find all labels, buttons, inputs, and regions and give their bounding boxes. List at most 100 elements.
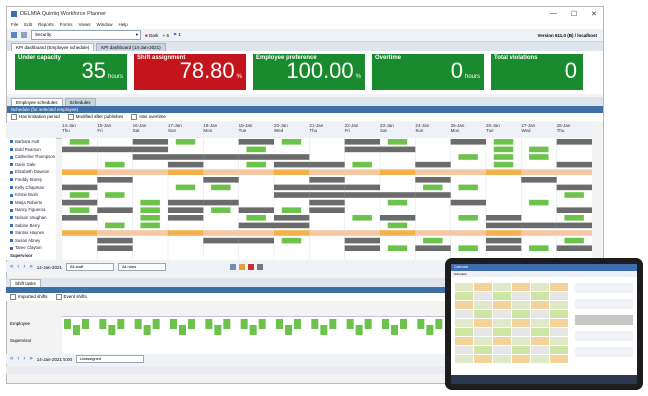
shift-task-block[interactable]: [108, 325, 116, 335]
shift-block[interactable]: [203, 237, 239, 244]
tablet-calendar-cell[interactable]: [550, 310, 568, 318]
shift-task-block[interactable]: [205, 319, 213, 329]
shift-block[interactable]: [246, 215, 266, 221]
shift-block[interactable]: [415, 230, 451, 236]
shift-block[interactable]: [168, 199, 204, 206]
shift-task-block[interactable]: [64, 319, 71, 329]
prev-icon[interactable]: ‹: [17, 264, 19, 270]
tablet-calendar-cell[interactable]: [531, 319, 549, 327]
shift-block[interactable]: [132, 146, 168, 153]
minimize-button[interactable]: —: [550, 10, 557, 18]
shift-block[interactable]: [140, 215, 160, 221]
shift-block[interactable]: [211, 184, 231, 191]
shift-block[interactable]: [69, 192, 90, 198]
tablet-calendar-cell[interactable]: [455, 310, 473, 318]
shift-block[interactable]: [387, 199, 408, 206]
tablet-calendar-cell[interactable]: [550, 319, 568, 327]
shift-block[interactable]: [168, 207, 204, 213]
tablet-calendar-cell[interactable]: [455, 355, 473, 363]
employee-row[interactable]: Taree Clayton: [6, 244, 56, 252]
shift-block[interactable]: [493, 146, 514, 153]
employee-row[interactable]: Sabine Berry: [6, 222, 56, 230]
shift-block[interactable]: [168, 230, 204, 236]
shift-block[interactable]: [458, 154, 478, 160]
shift-block[interactable]: [238, 230, 274, 236]
tablet-calendar-cell[interactable]: [531, 310, 549, 318]
employee-row[interactable]: Elizabeth Dawson: [6, 168, 56, 176]
shift-block[interactable]: [387, 222, 408, 229]
tablet-calendar-cell[interactable]: [474, 346, 492, 354]
shift-task-block[interactable]: [82, 319, 89, 329]
shift-block[interactable]: [203, 230, 239, 236]
shift-block[interactable]: [564, 215, 584, 221]
shift-task-block[interactable]: [73, 325, 80, 335]
shift-block[interactable]: [281, 139, 302, 145]
shift-block[interactable]: [274, 192, 310, 198]
staff-select[interactable]: All staff: [65, 263, 114, 271]
tablet-calendar-cell[interactable]: [550, 328, 568, 336]
employee-row[interactable]: Santos Haynes: [6, 229, 56, 237]
employee-row[interactable]: Nancy Figueroa: [6, 206, 56, 214]
shift-block[interactable]: [309, 169, 345, 175]
shift-task-block[interactable]: [382, 319, 389, 329]
prev-icon[interactable]: ‹: [17, 356, 19, 362]
shift-block[interactable]: [62, 169, 98, 175]
tablet-calendar-cell[interactable]: [550, 301, 568, 309]
shift-block[interactable]: [352, 161, 372, 168]
shift-task-block[interactable]: [346, 319, 354, 329]
shift-task-block[interactable]: [240, 319, 248, 329]
shift-block[interactable]: [309, 207, 345, 213]
tablet-calendar-cell[interactable]: [531, 328, 549, 336]
shift-task-block[interactable]: [400, 319, 407, 329]
tablet-detail-item[interactable]: [575, 347, 633, 357]
tab-kpi-date[interactable]: KPI dashboard (14-Jan-2021): [96, 43, 166, 51]
shift-block[interactable]: [556, 139, 592, 145]
tablet-detail-item[interactable]: [575, 283, 633, 293]
shift-block[interactable]: [140, 199, 160, 206]
shift-block[interactable]: [344, 245, 380, 251]
shift-block[interactable]: [274, 230, 310, 236]
shift-block[interactable]: [415, 177, 451, 183]
shift-block[interactable]: [529, 199, 549, 206]
shift-block[interactable]: [238, 222, 274, 229]
shift-block[interactable]: [97, 245, 133, 251]
tablet-calendar-cell[interactable]: [512, 355, 530, 363]
shift-task-block[interactable]: [134, 319, 142, 329]
shift-block[interactable]: [274, 154, 310, 160]
menu-window[interactable]: Window: [96, 22, 112, 27]
tablet-calendar-cell[interactable]: [455, 319, 473, 327]
tablet-calendar-cell[interactable]: [474, 319, 492, 327]
employee-row[interactable]: Barbara Holt: [6, 138, 56, 146]
tablet-calendar-cell[interactable]: [493, 355, 511, 363]
shift-block[interactable]: [62, 215, 98, 221]
shift-block[interactable]: [97, 237, 133, 244]
shift-block[interactable]: [274, 161, 310, 168]
shift-block[interactable]: [203, 154, 239, 160]
shift-block[interactable]: [62, 199, 98, 206]
last-page-icon[interactable]: »: [29, 356, 32, 362]
check-event-shifts[interactable]: Event shifts: [55, 294, 87, 300]
shift-block[interactable]: [69, 207, 90, 213]
shift-block[interactable]: [246, 146, 266, 153]
menu-views[interactable]: Views: [79, 22, 91, 27]
shift-task-block[interactable]: [117, 319, 125, 329]
shift-block[interactable]: [274, 215, 310, 221]
shift-block[interactable]: [423, 184, 443, 191]
tablet-calendar-cell[interactable]: [474, 355, 492, 363]
tablet-calendar-cell[interactable]: [455, 328, 473, 336]
filter-modified[interactable]: Modified after publishes: [67, 114, 123, 120]
filter-overtime[interactable]: Has overtime: [131, 114, 166, 120]
shift-block[interactable]: [380, 169, 416, 175]
shift-block[interactable]: [556, 207, 592, 213]
shift-block[interactable]: [168, 169, 204, 175]
shift-block[interactable]: [62, 184, 98, 191]
employee-row[interactable]: Susan Abney: [6, 237, 56, 245]
tablet-calendar-cell[interactable]: [531, 292, 549, 300]
trash-icon[interactable]: [256, 264, 263, 270]
shift-block[interactable]: [387, 139, 408, 145]
tablet-calendar-cell[interactable]: [550, 337, 568, 345]
shift-block[interactable]: [556, 230, 592, 236]
shift-block[interactable]: [69, 139, 90, 145]
tablet-calendar-cell[interactable]: [493, 292, 511, 300]
shift-block[interactable]: [387, 245, 408, 251]
